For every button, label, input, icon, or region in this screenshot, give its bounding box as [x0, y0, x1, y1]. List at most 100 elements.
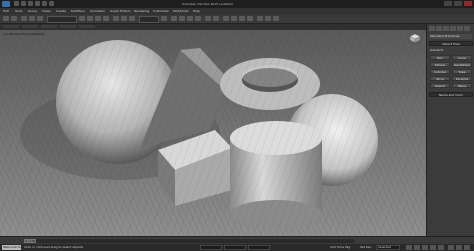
- ribbon-tab[interactable]: [41, 25, 57, 28]
- pan-icon[interactable]: [456, 245, 462, 250]
- torus-button[interactable]: Torus: [430, 76, 450, 81]
- layer-manager-icon[interactable]: [223, 16, 229, 21]
- key-filter-dropdown[interactable]: Selected: [376, 245, 400, 250]
- time-slider-track[interactable]: 0 / 100: [24, 239, 354, 243]
- menu-create[interactable]: Create: [56, 9, 66, 13]
- perspective-viewport[interactable]: [+] [Perspective] [Realistic]: [0, 30, 426, 236]
- render-frame-icon[interactable]: [265, 16, 271, 21]
- plane-button[interactable]: Plane: [452, 83, 472, 88]
- ribbon-tab[interactable]: [60, 25, 76, 28]
- y-coordinate-field[interactable]: [224, 245, 246, 250]
- next-frame-icon[interactable]: [430, 245, 436, 250]
- menu-modifiers[interactable]: Modifiers: [71, 9, 85, 13]
- select-by-name-icon[interactable]: [87, 16, 93, 21]
- geosphere-button[interactable]: GeoSphere: [452, 62, 472, 67]
- link-icon[interactable]: [21, 16, 27, 21]
- menu-group[interactable]: Group: [28, 9, 37, 13]
- menu-edit[interactable]: Edit: [3, 9, 9, 13]
- primitives-dropdown[interactable]: Standard Primitives: [430, 34, 472, 39]
- reference-coordinate-dropdown[interactable]: [139, 16, 159, 23]
- viewcube-icon[interactable]: [408, 33, 422, 45]
- window-crossing-icon[interactable]: [103, 16, 109, 21]
- box-button[interactable]: Box: [430, 55, 450, 60]
- menu-customize[interactable]: Customize: [153, 9, 169, 13]
- maxscript-listener[interactable]: Welcome to MAX: [2, 245, 21, 250]
- project-icon[interactable]: [49, 1, 54, 6]
- ribbon-tab[interactable]: [22, 25, 38, 28]
- percent-snap-icon[interactable]: [187, 16, 193, 21]
- scale-icon[interactable]: [129, 16, 135, 21]
- hierarchy-tab-icon[interactable]: [443, 26, 449, 31]
- menu-views[interactable]: Views: [42, 9, 51, 13]
- z-coordinate-field[interactable]: [248, 245, 270, 250]
- autogrid-checkbox[interactable]: AutoGrid: [430, 48, 472, 53]
- undo-icon[interactable]: [35, 1, 40, 6]
- spinner-snap-icon[interactable]: [195, 16, 201, 21]
- cone-button[interactable]: Cone: [452, 55, 472, 60]
- redo-icon[interactable]: [42, 1, 47, 6]
- motion-tab-icon[interactable]: [450, 26, 456, 31]
- new-icon[interactable]: [14, 1, 19, 6]
- create-tab-icon[interactable]: [429, 26, 435, 31]
- sphere-button[interactable]: Sphere: [430, 62, 450, 67]
- x-coordinate-field[interactable]: [200, 245, 222, 250]
- teapot-button[interactable]: Teapot: [430, 83, 450, 88]
- command-panel-tabs: [429, 26, 471, 32]
- menu-tools[interactable]: Tools: [15, 9, 22, 13]
- menu-rendering[interactable]: Rendering: [134, 9, 149, 13]
- orbit-icon[interactable]: [464, 245, 470, 250]
- go-to-end-icon[interactable]: [438, 245, 444, 250]
- quick-access-toolbar: [14, 1, 56, 7]
- sketch-crosshatch: [0, 30, 426, 236]
- name-and-color-header[interactable]: Name and Color: [429, 92, 473, 97]
- rotate-icon[interactable]: [121, 16, 127, 21]
- ribbon-tab[interactable]: [3, 25, 19, 28]
- viewcube[interactable]: [408, 33, 422, 46]
- utilities-tab-icon[interactable]: [464, 26, 470, 31]
- open-icon[interactable]: [21, 1, 26, 6]
- play-icon[interactable]: [422, 245, 428, 250]
- save-icon[interactable]: [28, 1, 33, 6]
- menu-maxscript[interactable]: MAXScript: [173, 9, 188, 13]
- tube-button[interactable]: Tube: [452, 69, 472, 74]
- pivot-icon[interactable]: [161, 16, 167, 21]
- zoom-icon[interactable]: [448, 245, 454, 250]
- menu-animation[interactable]: Animation: [90, 9, 105, 13]
- app-logo-icon[interactable]: [2, 1, 10, 7]
- set-key-button[interactable]: Set Key: [360, 245, 371, 249]
- frame-counter: 0 / 100: [25, 239, 36, 243]
- cylinder-button[interactable]: Cylinder: [430, 69, 450, 74]
- viewport-label[interactable]: [+] [Perspective] [Realistic]: [3, 32, 44, 36]
- menu-help[interactable]: Help: [193, 9, 200, 13]
- region-select-icon[interactable]: [95, 16, 101, 21]
- material-editor-icon[interactable]: [247, 16, 253, 21]
- add-time-tag[interactable]: Add Time Tag: [330, 245, 350, 249]
- curve-editor-icon[interactable]: [231, 16, 237, 21]
- render-setup-icon[interactable]: [257, 16, 263, 21]
- undo-icon[interactable]: [3, 16, 9, 21]
- menu-graph-editors[interactable]: Graph Editors: [110, 9, 131, 13]
- minimize-button[interactable]: [444, 1, 452, 6]
- previous-frame-icon[interactable]: [414, 245, 420, 250]
- angle-snap-icon[interactable]: [179, 16, 185, 21]
- redo-icon[interactable]: [11, 16, 17, 21]
- align-icon[interactable]: [213, 16, 219, 21]
- move-icon[interactable]: [113, 16, 119, 21]
- ribbon-tab[interactable]: [79, 25, 95, 28]
- bind-icon[interactable]: [37, 16, 43, 21]
- selection-filter-dropdown[interactable]: [47, 16, 77, 23]
- time-slider[interactable]: 0 / 100: [24, 239, 36, 243]
- modify-tab-icon[interactable]: [436, 26, 442, 31]
- render-teapot-icon[interactable]: [273, 16, 279, 21]
- display-tab-icon[interactable]: [457, 26, 463, 31]
- unlink-icon[interactable]: [29, 16, 35, 21]
- schematic-view-icon[interactable]: [239, 16, 245, 21]
- close-button[interactable]: [464, 1, 472, 6]
- maximize-button[interactable]: [454, 1, 462, 6]
- object-type-header[interactable]: Object Type: [429, 41, 473, 46]
- go-to-start-icon[interactable]: [406, 245, 412, 250]
- pyramid-button[interactable]: Pyramid: [452, 76, 472, 81]
- select-icon[interactable]: [79, 16, 85, 21]
- snap-toggle-icon[interactable]: [171, 16, 177, 21]
- mirror-icon[interactable]: [205, 16, 211, 21]
